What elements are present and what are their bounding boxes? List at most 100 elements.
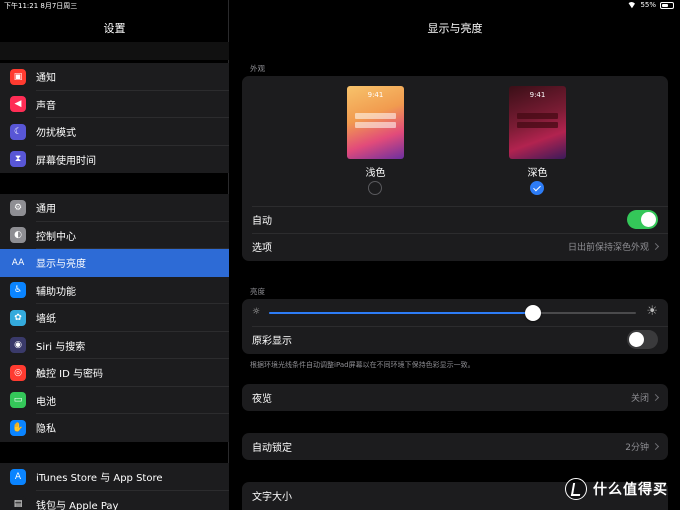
divider	[252, 206, 668, 207]
sidebar-item-label: 通知	[36, 73, 56, 85]
sidebar-item[interactable]: ⚙ 通用	[0, 194, 229, 222]
truetone-note: 根据环境光线条件自动调整iPad屏幕以在不同环境下保持色彩显示一致。	[250, 361, 475, 369]
brightness-fill	[269, 312, 534, 314]
accessibility-icon: ♿	[10, 282, 26, 299]
light-preview[interactable]: 9:41	[347, 86, 404, 159]
sidebar-item[interactable]: ☾ 勿扰模式	[0, 118, 229, 146]
gear-icon: ⚙	[10, 199, 26, 216]
chevron-right-icon	[651, 393, 660, 402]
wallpaper-icon: ✿	[10, 309, 26, 326]
sidebar-item[interactable]: AA 显示与亮度	[0, 249, 229, 277]
sidebar-item-label: 电池	[36, 396, 56, 408]
brightness-slider[interactable]	[269, 305, 636, 321]
sidebar-item-label: 屏幕使用时间	[36, 155, 96, 167]
wallet-icon: ▤	[10, 496, 26, 510]
siri-icon: ◉	[10, 337, 26, 354]
sidebar: 设置 ▣ 通知 ◀ 声音 ☾ 勿扰模式 ⧗ 屏幕使用时间 ⚙ 通用 ◐ 控制中心 AA 显示与亮度 ♿ 辅助…	[0, 0, 229, 510]
truetone-row: 原彩显示	[242, 326, 668, 353]
sidebar-item-label: 显示与亮度	[36, 259, 86, 271]
main-pane: 显示与亮度 外观 9:41 浅色 9:41 深色 自动 选项 日出前保持深色外观…	[230, 0, 680, 510]
auto-lock-value-wrap: 2分钟	[625, 440, 660, 453]
page-title: 显示与亮度	[427, 22, 483, 35]
light-preview-bar	[355, 113, 396, 119]
sidebar-item-label: 触控 ID 与密码	[36, 369, 104, 381]
dark-label: 深色	[527, 168, 548, 179]
sidebar-item[interactable]: ◀ 声音	[0, 91, 229, 119]
watermark-text: 什么值得买	[593, 482, 668, 498]
sidebar-item[interactable]: ▤ 钱包与 Apple Pay	[0, 491, 229, 510]
fingerprint-icon: ◎	[10, 364, 26, 381]
sidebar-item[interactable]: ⧗ 屏幕使用时间	[0, 146, 229, 174]
toggles-icon: ◐	[10, 227, 26, 244]
sidebar-item[interactable]: ♿ 辅助功能	[0, 277, 229, 305]
status-right: 55%	[627, 1, 674, 9]
auto-label: 自动	[252, 216, 272, 227]
app-store-icon: A	[10, 468, 26, 485]
dark-preview[interactable]: 9:41	[509, 86, 566, 159]
sidebar-title: 设置	[103, 22, 126, 35]
sidebar-group-2: ⚙ 通用 ◐ 控制中心 AA 显示与亮度 ♿ 辅助功能 ✿ 墙纸 ◉ Siri 与搜索 ◎ 触控 ID 与…	[0, 194, 229, 442]
truetone-label: 原彩显示	[252, 336, 292, 347]
sidebar-item[interactable]: AiTunes Store 与 App Store	[0, 463, 229, 491]
auto-lock-value: 2分钟	[625, 443, 649, 453]
sidebar-item-label: 勿扰模式	[36, 128, 76, 140]
options-label: 选项	[252, 243, 272, 254]
options-value: 日出前保持深色外观	[567, 243, 649, 253]
sidebar-header-band	[0, 42, 229, 60]
sun-small-icon: ☼	[252, 307, 261, 317]
sidebar-item[interactable]: ▭ 电池	[0, 387, 229, 415]
battery-percent: 55%	[640, 1, 656, 9]
chevron-right-icon	[651, 442, 660, 451]
dark-radio[interactable]	[530, 181, 544, 195]
sidebar-item-label: Siri 与搜索	[36, 341, 86, 353]
hand-icon: ✋	[10, 419, 26, 436]
dark-preview-bar	[517, 113, 558, 119]
sidebar-item-label: 通用	[36, 204, 56, 216]
sun-large-icon: ☀	[646, 304, 658, 319]
appearance-section-label: 外观	[250, 64, 265, 73]
sidebar-item[interactable]: ◐ 控制中心	[0, 222, 229, 250]
light-preview-time: 9:41	[367, 91, 384, 99]
brightness-slider-row: ☼ ☀	[242, 299, 668, 326]
brightness-card: ☼ ☀ 原彩显示	[242, 299, 668, 354]
sidebar-item-label: 控制中心	[36, 231, 76, 243]
night-shift-card[interactable]: 夜览 关闭	[242, 384, 668, 411]
divider	[252, 233, 668, 234]
chevron-right-icon	[651, 242, 660, 251]
light-radio[interactable]	[368, 181, 382, 195]
sidebar-item[interactable]: ◉ Siri 与搜索	[0, 332, 229, 360]
text-size-label: 文字大小	[252, 492, 292, 503]
options-row[interactable]: 选项 日出前保持深色外观	[242, 233, 668, 260]
sidebar-item[interactable]: ▣ 通知	[0, 63, 229, 91]
sidebar-item-label: 声音	[36, 100, 56, 112]
appearance-rows: 自动 选项 日出前保持深色外观	[242, 206, 668, 260]
night-shift-value: 关闭	[630, 394, 649, 404]
truetone-toggle[interactable]	[627, 330, 658, 349]
light-label: 浅色	[365, 168, 386, 179]
brightness-thumb[interactable]	[525, 305, 542, 321]
auto-lock-card[interactable]: 自动锁定 2分钟	[242, 433, 668, 460]
notifications-icon: ▣	[10, 68, 26, 85]
sidebar-item-label: 辅助功能	[36, 286, 76, 298]
night-shift-value-wrap: 关闭	[630, 391, 660, 404]
sidebar-item-label: 钱包与 Apple Pay	[36, 500, 119, 510]
options-value-wrap: 日出前保持深色外观	[567, 240, 660, 253]
dark-preview-bar	[517, 122, 558, 128]
moon-icon: ☾	[10, 123, 26, 140]
sidebar-item[interactable]: ◎ 触控 ID 与密码	[0, 359, 229, 387]
watermark: 什么值得买	[565, 478, 668, 500]
night-shift-row[interactable]: 夜览 关闭	[242, 384, 668, 411]
divider	[252, 326, 668, 327]
auto-row: 自动	[242, 206, 668, 233]
auto-lock-row[interactable]: 自动锁定 2分钟	[242, 433, 668, 460]
sidebar-item[interactable]: ✋ 隐私	[0, 414, 229, 442]
hourglass-icon: ⧗	[10, 151, 26, 168]
wifi-icon	[627, 1, 637, 9]
sidebar-item-label: iTunes Store 与 App Store	[36, 473, 163, 485]
sidebar-item[interactable]: ✿ 墙纸	[0, 304, 229, 332]
display-icon: AA	[11, 257, 25, 268]
auto-toggle[interactable]	[627, 210, 658, 229]
brightness-section-label: 亮度	[250, 287, 265, 296]
sidebar-item-label: 隐私	[36, 424, 56, 436]
battery-icon: ▭	[10, 392, 26, 409]
